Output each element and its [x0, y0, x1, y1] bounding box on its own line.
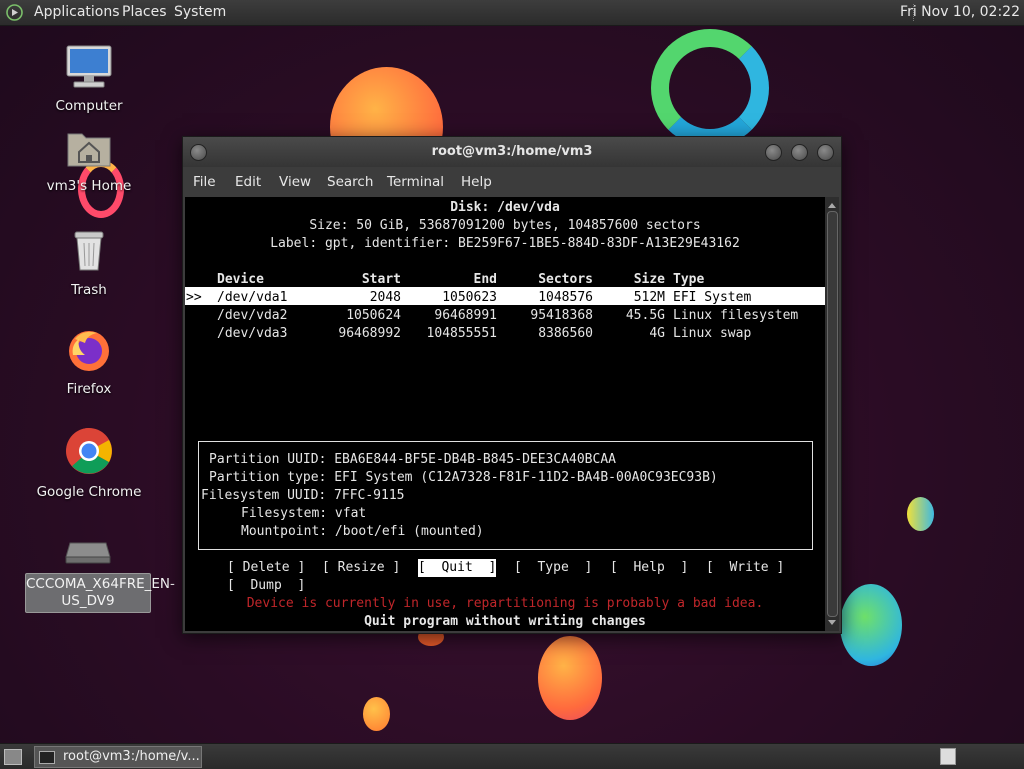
window-title: root@vm3:/home/vm3 [431, 144, 593, 159]
taskbar-item-terminal[interactable]: root@vm3:/home/v... [34, 746, 202, 768]
partition-sectors: 95418368 [530, 308, 593, 323]
menu-file[interactable]: File [193, 167, 216, 197]
scroll-down-icon[interactable] [828, 620, 836, 625]
menu-edit[interactable]: Edit [235, 167, 261, 197]
desktop-icon-dvd-drive[interactable]: CCCOMA_X64FRE_EN-US_DV9 [24, 535, 175, 613]
delete-button[interactable]: [ Delete ] [227, 559, 305, 577]
taskbar-item-label: root@vm3:/home/v... [63, 749, 200, 764]
trash-icon [74, 231, 104, 271]
terminal-screen[interactable]: Disk: /dev/vda Size: 50 GiB, 53687091200… [185, 197, 825, 631]
chrome-icon [66, 428, 112, 474]
partition-start: 96468992 [338, 326, 401, 341]
info-partition-uuid: Partition UUID: EBA6E844-BF5E-DB4B-B845-… [209, 452, 616, 467]
applications-menu-icon[interactable] [6, 4, 23, 21]
window-titlebar[interactable]: root@vm3:/home/vm3 [183, 137, 841, 167]
desktop-icon-computer[interactable]: Computer [34, 44, 144, 114]
scrollbar-thumb[interactable] [827, 211, 838, 617]
show-desktop-icon[interactable] [4, 749, 22, 765]
wallpaper-yellow-blob [907, 497, 934, 531]
dvd-drive-icon [65, 542, 111, 564]
write-button[interactable]: [ Write ] [706, 559, 784, 577]
desktop-icon-label: CCCOMA_X64FRE_EN-US_DV9 [25, 573, 175, 613]
partition-sectors: 1048576 [538, 290, 593, 305]
partition-start: 2048 [369, 290, 401, 305]
partition-type: Linux swap [673, 326, 752, 341]
wallpaper-green-blob [840, 584, 902, 666]
disk-name: Disk: /dev/vda [450, 200, 560, 215]
warning-message: Device is currently in use, repartitioni… [246, 596, 764, 611]
clock[interactable]: Fri Nov 10, 02:22 [900, 0, 1020, 25]
menu-terminal[interactable]: Terminal [387, 167, 444, 197]
desktop-icon-label: Computer [55, 98, 123, 114]
computer-icon [66, 45, 112, 88]
desktop-icon-label: Firefox [66, 381, 112, 397]
info-mountpoint: Mountpoint: /boot/efi (mounted) [241, 524, 484, 539]
desktop-icon-label: vm3's Home [46, 178, 132, 194]
wallpaper-orange-blob [538, 636, 602, 720]
partition-device[interactable]: /dev/vda3 [217, 325, 287, 343]
type-button[interactable]: [ Type ] [514, 559, 592, 577]
partition-device[interactable]: /dev/vda1 [217, 289, 287, 307]
desktop-icon-home[interactable]: vm3's Home [34, 128, 144, 194]
partition-start: 1050624 [346, 308, 401, 323]
menu-help[interactable]: Help [461, 167, 492, 197]
places-menu[interactable]: Places [122, 0, 167, 25]
partition-end: 96468991 [434, 308, 497, 323]
desktop-icon-label: Google Chrome [36, 484, 142, 500]
terminal-scrollbar[interactable] [825, 197, 839, 631]
partition-type: Linux filesystem [673, 308, 799, 323]
minimize-button[interactable] [765, 144, 782, 161]
workspace-switcher-icon[interactable] [940, 748, 956, 765]
firefox-icon [69, 331, 109, 371]
desktop-icon-label: Trash [71, 282, 107, 298]
dump-button[interactable]: [ Dump ] [227, 577, 305, 595]
info-partition-type: Partition type: EFI System (C12A7328-F81… [209, 470, 718, 485]
terminal-window: root@vm3:/home/vm3 File Edit View Search… [182, 136, 842, 634]
desktop-icon-firefox[interactable]: Firefox [34, 325, 144, 397]
row-cursor: >> [186, 290, 202, 305]
partition-size: 45.5G [625, 308, 665, 323]
scroll-up-icon[interactable] [828, 203, 836, 208]
resize-button[interactable]: [ Resize ] [322, 559, 400, 577]
terminal-icon [39, 751, 55, 764]
maximize-button[interactable] [791, 144, 808, 161]
help-button[interactable]: [ Help ] [610, 559, 688, 577]
wallpaper-green-ring [651, 29, 769, 147]
terminal-menubar: File Edit View Search Terminal Help [183, 167, 841, 197]
disk-size: Size: 50 GiB, 53687091200 bytes, 1048576… [309, 218, 701, 233]
applications-menu[interactable]: Applications [34, 0, 120, 25]
action-hint: Quit program without writing changes [364, 614, 646, 629]
menu-search[interactable]: Search [327, 167, 373, 197]
home-folder-icon [67, 133, 111, 167]
partition-type: EFI System [673, 290, 752, 305]
partition-end: 1050623 [442, 290, 497, 305]
partition-device[interactable]: /dev/vda2 [217, 307, 287, 325]
disk-label: Label: gpt, identifier: BE259F67-1BE5-88… [270, 236, 740, 251]
menu-view[interactable]: View [279, 167, 311, 197]
partition-end: 104855551 [426, 326, 497, 341]
info-filesystem: Filesystem: vfat [241, 506, 367, 521]
partition-size: 512M [633, 290, 665, 305]
close-button[interactable] [817, 144, 834, 161]
partition-size: 4G [649, 326, 665, 341]
desktop-icon-trash[interactable]: Trash [34, 228, 144, 298]
wallpaper-orange-blob [363, 697, 390, 731]
quit-button[interactable]: [ Quit ] [418, 559, 497, 577]
partition-sectors: 8386560 [538, 326, 593, 341]
bottom-panel: root@vm3:/home/v... [0, 743, 1024, 769]
system-menu[interactable]: System [174, 0, 226, 25]
desktop-icon-chrome[interactable]: Google Chrome [34, 426, 144, 500]
top-panel: Applications Places System Fri Nov 10, 0… [0, 0, 1024, 26]
info-filesystem-uuid: Filesystem UUID: 7FFC-9115 [201, 488, 405, 503]
